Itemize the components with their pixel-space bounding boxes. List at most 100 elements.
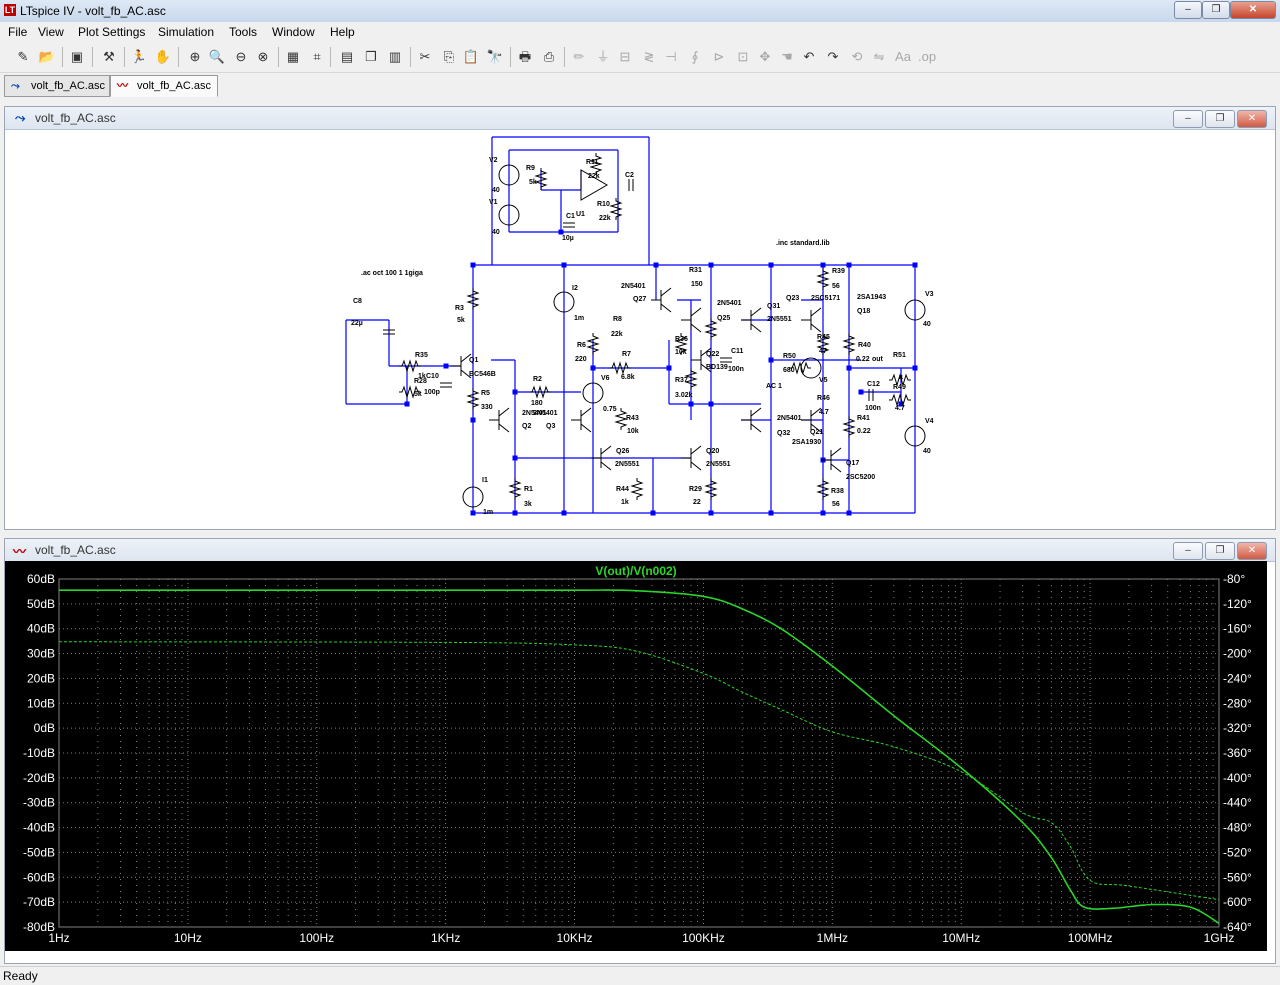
diode-icon[interactable]: ⊳: [710, 48, 728, 66]
drag-icon[interactable]: ☚: [778, 48, 796, 66]
phase-trace[interactable]: [58, 641, 1220, 901]
run-icon[interactable]: 🏃: [130, 48, 148, 66]
schematic-label: R3: [455, 305, 464, 312]
schematic-label: R36: [675, 336, 688, 343]
print-icon[interactable]: ⎙: [540, 48, 558, 66]
schematic-label: 56: [832, 283, 840, 290]
tile-horizontal-icon[interactable]: ▤: [338, 48, 356, 66]
y2-tick-label: -240°: [1223, 671, 1252, 685]
spice-directive-icon[interactable]: .op: [918, 48, 936, 66]
plot-minimize-button[interactable]: ‒: [1173, 542, 1203, 560]
menu-tools[interactable]: Tools: [223, 25, 263, 39]
schematic-canvas[interactable]: V2 40 V1 40 R9 5k R11 22k C2 C1 10µ U1 R10 22k C8 22µ R3…: [5, 129, 1267, 525]
copy-icon[interactable]: ⎘: [440, 48, 458, 66]
menu-view[interactable]: View: [32, 25, 70, 39]
cut-icon[interactable]: ✂: [416, 48, 434, 66]
schematic-label: R29: [689, 486, 702, 493]
component-icon[interactable]: ⊡: [734, 48, 752, 66]
status-bar: Ready: [0, 966, 1280, 985]
schematic-label: 5k: [457, 317, 465, 324]
schematic-label: Q18: [857, 308, 870, 315]
spice-directive[interactable]: .inc standard.lib: [776, 240, 830, 247]
schematic-label: 22: [693, 499, 701, 506]
schematic-label: 10k: [627, 428, 639, 435]
schematic-label: 40: [492, 229, 500, 236]
menu-window[interactable]: Window: [266, 25, 321, 39]
mirror-icon[interactable]: ⇋: [870, 48, 888, 66]
schematic-label: R1: [524, 486, 533, 493]
schematic-maximize-button[interactable]: ❐: [1205, 110, 1235, 128]
inductor-icon[interactable]: ∮: [686, 48, 704, 66]
paste-icon[interactable]: 📋: [462, 48, 480, 66]
zoom-fit-icon[interactable]: ⊗: [254, 48, 272, 66]
schematic-label: R11: [586, 159, 599, 166]
schematic-label: 2N5551: [706, 461, 731, 468]
autorange-icon[interactable]: ▦: [284, 48, 302, 66]
schematic-label: 2SC5200: [846, 474, 875, 481]
schematic-close-button[interactable]: ✕: [1237, 110, 1267, 128]
trace-title[interactable]: V(out)/V(n002): [595, 564, 676, 578]
print-setup-icon[interactable]: 🖶: [516, 48, 534, 66]
y-tick-label: 10dB: [27, 696, 55, 710]
waveform-icon: 〰: [13, 544, 27, 559]
control-panel-icon[interactable]: ⚒: [100, 48, 118, 66]
magnitude-trace[interactable]: [58, 589, 1220, 924]
tab-waveform[interactable]: 〰 volt_fb_AC.asc: [110, 75, 218, 97]
zoom-out-icon[interactable]: ⊖: [232, 48, 250, 66]
schematic-label: 0.22: [856, 356, 870, 363]
schematic-label: Q3: [546, 423, 555, 430]
wire-icon[interactable]: ✏: [570, 48, 588, 66]
halt-icon[interactable]: ✋: [154, 48, 172, 66]
schematic-icon: ⤳: [15, 110, 26, 125]
menu-plot-settings[interactable]: Plot Settings: [72, 25, 151, 39]
tab-schematic[interactable]: ⤳ volt_fb_AC.asc: [4, 75, 110, 97]
minimize-button[interactable]: ‒: [1174, 1, 1202, 19]
move-icon[interactable]: ✥: [756, 48, 774, 66]
zoom-pan-icon[interactable]: 🔍: [208, 48, 226, 66]
schematic-label: 330: [481, 404, 493, 411]
tile-vertical-icon[interactable]: ▥: [386, 48, 404, 66]
schematic-label: 1m: [483, 509, 493, 516]
label-icon[interactable]: ⊟: [616, 48, 634, 66]
schematic-label: V1: [489, 199, 498, 206]
status-text: Ready: [3, 969, 38, 983]
rotate-icon[interactable]: ⟲: [848, 48, 866, 66]
bode-plot[interactable]: 60dB 50dB 40dB 30dB 20dB 10dB 0dB -10dB -20dB -30…: [5, 561, 1267, 951]
x-tick-label: 100Hz: [299, 931, 334, 945]
schematic-minimize-button[interactable]: ‒: [1173, 110, 1203, 128]
plot-area[interactable]: 60dB 50dB 40dB 30dB 20dB 10dB 0dB -10dB -20dB -30…: [5, 561, 1267, 951]
y-tick-label: 40dB: [27, 622, 55, 636]
zoom-in-icon[interactable]: ⊕: [186, 48, 204, 66]
plot-close-button[interactable]: ✕: [1237, 542, 1267, 560]
menu-simulation[interactable]: Simulation: [152, 25, 220, 39]
toolbar-separator: [62, 47, 63, 67]
schematic-label: 40: [923, 448, 931, 455]
cascade-icon[interactable]: ❐: [362, 48, 380, 66]
schematic-label: 2N5551: [767, 316, 792, 323]
ground-icon[interactable]: ⏚: [594, 48, 612, 66]
menu-bar: File View Plot Settings Simulation Tools…: [0, 22, 1280, 42]
resistor-icon[interactable]: ≷: [640, 48, 658, 66]
schematic-label: V3: [925, 291, 934, 298]
new-schematic-icon[interactable]: ✎: [14, 48, 32, 66]
schematic-label: I1: [482, 477, 488, 484]
schematic-label: Q25: [717, 315, 730, 322]
menu-help[interactable]: Help: [324, 25, 361, 39]
text-icon[interactable]: Aa: [894, 48, 912, 66]
schematic-label: R46: [817, 395, 830, 402]
undo-icon[interactable]: ↶: [800, 48, 818, 66]
find-icon[interactable]: 🔭: [486, 48, 504, 66]
spice-directive[interactable]: .ac oct 100 1 1giga: [361, 270, 423, 277]
menu-file[interactable]: File: [2, 25, 33, 39]
capacitor-icon[interactable]: ⊣: [662, 48, 680, 66]
schematic-label: Q31: [767, 303, 780, 310]
close-button[interactable]: ✕: [1230, 1, 1276, 19]
schematic-label: 0.22: [857, 428, 871, 435]
maximize-button[interactable]: ❐: [1202, 1, 1230, 19]
open-icon[interactable]: 📂: [38, 48, 56, 66]
schematic-label: 1k: [621, 499, 629, 506]
redo-icon[interactable]: ↷: [824, 48, 842, 66]
cursor-icon[interactable]: ⌗: [308, 48, 326, 66]
plot-maximize-button[interactable]: ❐: [1205, 542, 1235, 560]
save-icon[interactable]: ▣: [68, 48, 86, 66]
